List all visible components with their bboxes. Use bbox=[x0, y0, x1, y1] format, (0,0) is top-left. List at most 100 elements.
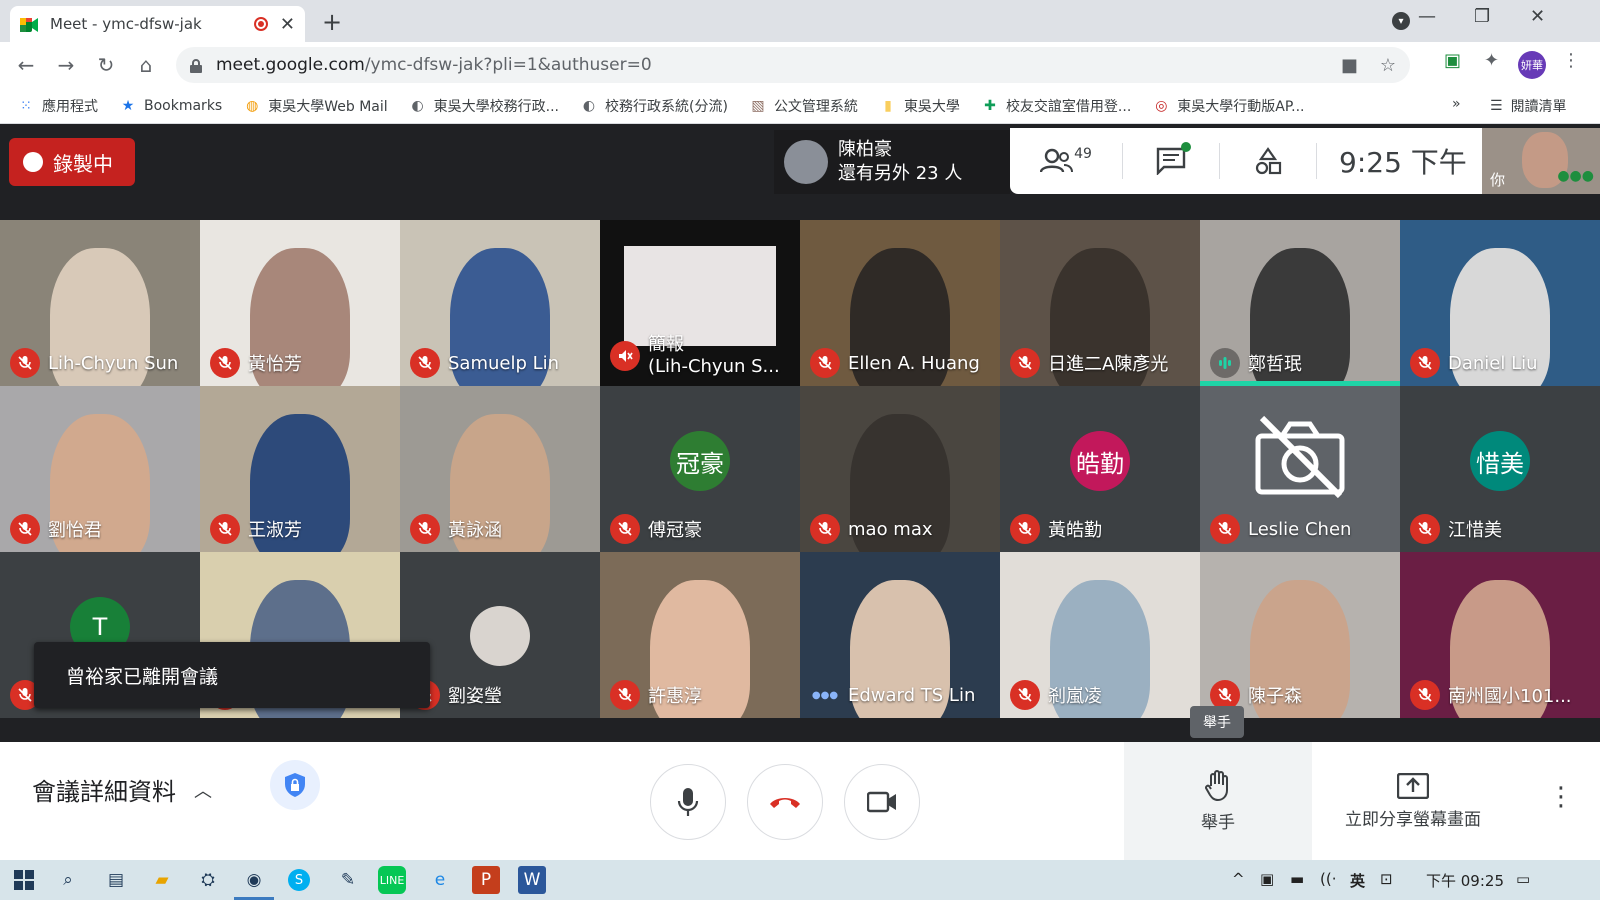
participant-tile[interactable]: 簡報 (Lih-Chyun S... bbox=[600, 220, 800, 386]
extension-calendar-icon[interactable]: ▣ bbox=[1444, 50, 1461, 71]
bookmark-item[interactable]: ▮ 東吳大學 bbox=[880, 96, 960, 116]
host-controls-shield-icon[interactable] bbox=[270, 760, 320, 810]
file-explorer-icon[interactable]: ▰ bbox=[148, 866, 176, 894]
meeting-details-button[interactable]: 會議詳細資料 ︿ bbox=[32, 772, 212, 807]
bookmark-item[interactable]: ◍ 東吳大學Web Mail bbox=[244, 96, 388, 116]
paint-icon[interactable]: ✎ bbox=[334, 866, 362, 894]
participant-tile[interactable]: 南州國小101... bbox=[1400, 552, 1600, 718]
bookmark-item[interactable]: ◐ 東吳大學校務行政... bbox=[410, 96, 559, 116]
participant-tile[interactable]: 剎嵐凌 bbox=[1000, 552, 1200, 718]
participant-tile[interactable]: Daniel Liu bbox=[1400, 220, 1600, 386]
windows-start-icon[interactable] bbox=[10, 866, 38, 894]
leave-call-button[interactable] bbox=[747, 764, 823, 840]
microphone-button[interactable] bbox=[650, 764, 726, 840]
participant-name: 日進二A陳彥光 bbox=[1048, 354, 1169, 375]
participant-tile[interactable]: 鄭哲珉 bbox=[1200, 220, 1400, 386]
participant-tile[interactable]: Lih-Chyun Sun bbox=[0, 220, 200, 386]
participant-name-row: Leslie Chen bbox=[1210, 514, 1351, 544]
bookmark-item[interactable]: ★ Bookmarks bbox=[120, 98, 223, 114]
forward-arrow-icon[interactable]: → bbox=[46, 53, 86, 77]
recording-badge[interactable]: 錄製中 bbox=[9, 138, 135, 186]
participant-tile[interactable]: 惜美 江惜美 bbox=[1400, 386, 1600, 552]
close-window-button[interactable]: ✕ bbox=[1530, 6, 1545, 27]
browser-tab-meet[interactable]: Meet - ymc-dfsw-jak ✕ bbox=[10, 6, 305, 42]
line-icon[interactable]: LINE bbox=[378, 866, 406, 894]
self-view-tile[interactable]: 你 ●●● bbox=[1482, 128, 1600, 194]
ime-mode-icon[interactable]: ⊡ bbox=[1380, 870, 1393, 888]
participant-tile[interactable]: 劉怡君 bbox=[0, 386, 200, 552]
participant-tile[interactable]: 陳子森 bbox=[1200, 552, 1400, 718]
mic-off-icon bbox=[1410, 680, 1440, 710]
tab-close-button[interactable]: ✕ bbox=[280, 14, 295, 35]
participant-name-row: 簡報 (Lih-Chyun S... bbox=[610, 334, 780, 378]
camera-in-use-icon[interactable]: ■ bbox=[1341, 55, 1358, 76]
activities-button[interactable] bbox=[1220, 128, 1316, 194]
minimize-window-button[interactable]: — bbox=[1418, 6, 1436, 27]
bookmark-star-icon[interactable]: ☆ bbox=[1380, 55, 1396, 76]
participant-tile[interactable]: Ellen A. Huang bbox=[800, 220, 1000, 386]
file-tool-icon[interactable]: ▤ bbox=[102, 866, 130, 894]
participant-tile[interactable]: 黃怡芳 bbox=[200, 220, 400, 386]
restore-window-button[interactable]: ❐ bbox=[1474, 6, 1490, 27]
word-icon[interactable]: W bbox=[518, 866, 546, 894]
more-options-icon[interactable]: ⋮ bbox=[1548, 782, 1574, 812]
browser-menu-icon[interactable]: ⋮ bbox=[1562, 50, 1580, 71]
tray-expand-icon[interactable]: ^ bbox=[1232, 870, 1245, 888]
doc-image-icon: ▧ bbox=[751, 97, 765, 114]
battery-icon[interactable]: ▬ bbox=[1290, 870, 1304, 888]
bookmark-item[interactable]: ◐ 校務行政系統(分流) bbox=[581, 96, 728, 116]
reload-icon[interactable]: ↻ bbox=[86, 53, 126, 77]
participant-name-row: 許惠淳 bbox=[610, 680, 702, 710]
more-options-dots-icon[interactable]: ●●● bbox=[1557, 168, 1594, 184]
bookmarks-overflow-button[interactable]: » bbox=[1452, 96, 1461, 112]
notification-icon[interactable]: ▭ bbox=[1516, 870, 1530, 888]
participant-tile[interactable]: Leslie Chen bbox=[1200, 386, 1400, 552]
participant-tile[interactable]: 皓勤 黃皓勤 bbox=[1000, 386, 1200, 552]
profile-avatar[interactable]: 妍華 bbox=[1518, 51, 1546, 79]
mic-off-icon bbox=[10, 348, 40, 378]
raise-hand-button[interactable]: 舉手 bbox=[1124, 742, 1312, 860]
participant-tile[interactable]: 許惠淳 bbox=[600, 552, 800, 718]
tab-search-icon[interactable]: ▾ bbox=[1392, 12, 1410, 30]
tray-app-icon[interactable]: ▣ bbox=[1260, 870, 1274, 888]
participant-tile[interactable]: 冠豪 傅冠豪 bbox=[600, 386, 800, 552]
search-icon[interactable]: ⌕ bbox=[54, 866, 82, 894]
participant-tile[interactable]: 劉姿瑩 bbox=[400, 552, 600, 718]
globe-icon: ◐ bbox=[582, 97, 596, 114]
participants-button[interactable]: 49 bbox=[1010, 128, 1122, 194]
participant-tile[interactable]: mao max bbox=[800, 386, 1000, 552]
present-screen-button[interactable]: 立即分享螢幕畫面 bbox=[1312, 742, 1514, 860]
bookmark-item[interactable]: ◎ 東吳大學行動版AP... bbox=[1153, 96, 1304, 116]
mic-off-icon bbox=[210, 348, 240, 378]
mic-off-icon bbox=[210, 514, 240, 544]
participant-tile[interactable]: Samuelp Lin bbox=[400, 220, 600, 386]
participant-tile[interactable]: 黃詠涵 bbox=[400, 386, 600, 552]
wifi-icon[interactable]: ((· bbox=[1320, 870, 1336, 888]
chat-button[interactable] bbox=[1123, 128, 1219, 194]
chrome-icon[interactable]: ◉ bbox=[240, 866, 268, 894]
taskbar-clock[interactable]: 下午 09:25 bbox=[1426, 870, 1504, 891]
bookmark-item[interactable]: ✚ 校友交誼室借用登... bbox=[982, 96, 1131, 116]
bookmark-item[interactable]: ▧ 公文管理系統 bbox=[750, 96, 858, 116]
network-app-icon[interactable]: ⛭ bbox=[194, 866, 222, 894]
participants-count: 49 bbox=[1074, 146, 1092, 162]
internet-explorer-icon[interactable]: e bbox=[426, 866, 454, 894]
bookmark-label: 校務行政系統(分流) bbox=[605, 98, 728, 115]
participant-tile[interactable]: ●●● Edward TS Lin bbox=[800, 552, 1000, 718]
mail-icon: ◍ bbox=[246, 97, 259, 114]
new-tab-button[interactable]: + bbox=[322, 8, 342, 36]
participant-tile[interactable]: 王淑芳 bbox=[200, 386, 400, 552]
back-arrow-icon[interactable]: ← bbox=[6, 53, 46, 77]
participant-name: 簡報 (Lih-Chyun S... bbox=[648, 334, 780, 377]
participant-tile[interactable]: 日進二A陳彥光 bbox=[1000, 220, 1200, 386]
bookmark-item[interactable]: ⁙ 應用程式 bbox=[18, 96, 98, 116]
participant-name-row: 傅冠豪 bbox=[610, 514, 702, 544]
camera-button[interactable] bbox=[844, 764, 920, 840]
home-icon[interactable]: ⌂ bbox=[126, 53, 166, 77]
ime-indicator[interactable]: 英 bbox=[1350, 870, 1365, 891]
reading-list-button[interactable]: ☰ 閱讀清單 bbox=[1490, 96, 1567, 116]
address-bar[interactable]: meet.google.com/ymc-dfsw-jak?pli=1&authu… bbox=[176, 47, 1410, 83]
extensions-puzzle-icon[interactable]: ✦ bbox=[1484, 50, 1499, 71]
powerpoint-icon[interactable]: P bbox=[472, 866, 500, 894]
skype-icon[interactable]: S bbox=[288, 869, 310, 891]
